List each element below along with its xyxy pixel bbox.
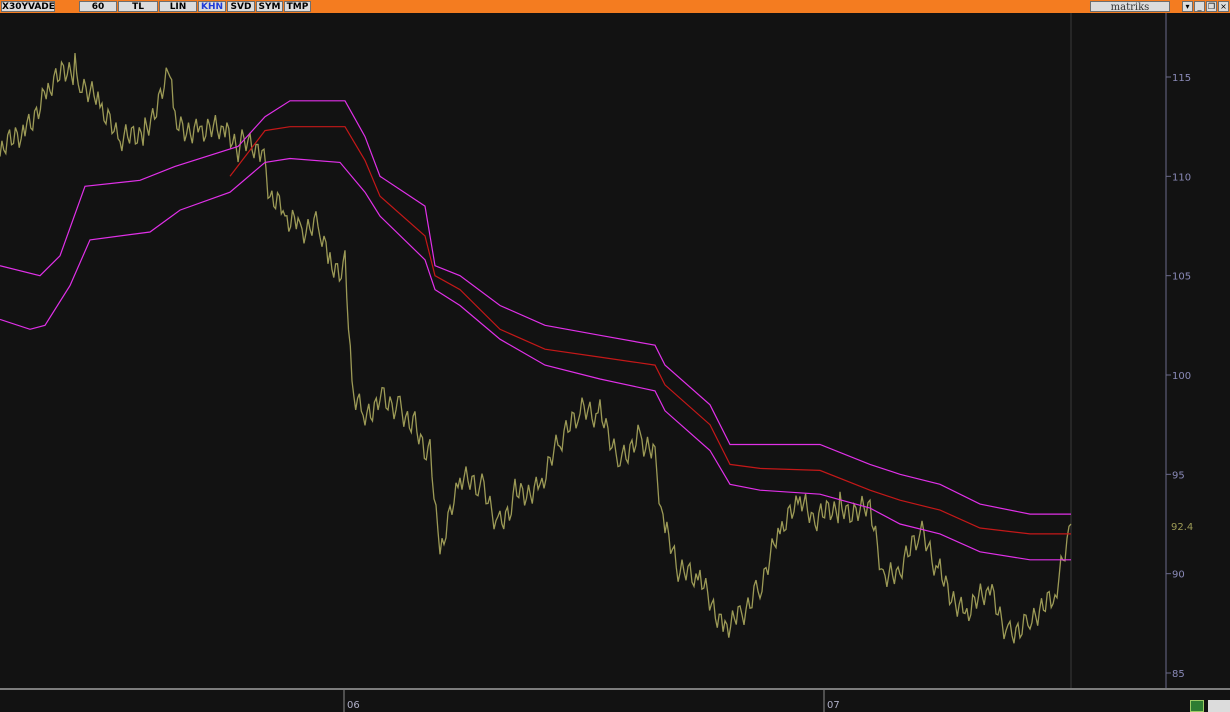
tmp-button[interactable]: TMP	[284, 1, 311, 12]
restore-icon[interactable]: ❐	[1206, 1, 1217, 12]
y-tick-label: 105	[1172, 272, 1191, 283]
series-band-upper	[0, 100, 1071, 515]
symbol-field[interactable]: X30YVADE	[1, 1, 55, 12]
y-tick-label: 95	[1172, 470, 1185, 481]
khn-button[interactable]: KHN	[198, 1, 226, 12]
y-tick-label: 85	[1172, 669, 1185, 680]
refresh-icon[interactable]	[1190, 700, 1204, 712]
y-tick-label: 115	[1172, 73, 1191, 84]
y-tick-label: 90	[1172, 570, 1185, 581]
tl-button[interactable]: TL	[118, 1, 158, 12]
series-price	[0, 52, 1072, 644]
x-axis: 06 07	[343, 690, 840, 712]
y-axis: 85 90 95 100 105 110 115	[1166, 73, 1191, 680]
y-tick-label: 110	[1172, 172, 1191, 183]
last-price-label: 92.4	[1171, 522, 1193, 533]
close-icon[interactable]: ×	[1218, 1, 1229, 12]
price-chart[interactable]: 85 90 95 100 105 110 115 06 07 92.4	[0, 13, 1230, 712]
minimize-icon[interactable]: _	[1194, 1, 1205, 12]
x-tick-label: 07	[827, 700, 840, 711]
x-tick-label: 06	[347, 700, 360, 711]
y-tick-label: 100	[1172, 371, 1191, 382]
brand-logo: matriks	[1090, 1, 1170, 13]
dropdown-icon[interactable]: ▾	[1182, 1, 1193, 12]
series-band-lower	[0, 157, 1071, 561]
series-layer	[0, 52, 1072, 644]
svd-button[interactable]: SVD	[227, 1, 255, 12]
sym-button[interactable]: SYM	[256, 1, 283, 12]
period-button[interactable]: 60	[79, 1, 117, 12]
chart-toolbar: X30YVADE 60 TL LIN KHN SVD SYM TMP matri…	[0, 0, 1230, 13]
lin-button[interactable]: LIN	[159, 1, 197, 12]
corner-panel	[1208, 700, 1230, 712]
series-band-mid	[229, 126, 1071, 535]
